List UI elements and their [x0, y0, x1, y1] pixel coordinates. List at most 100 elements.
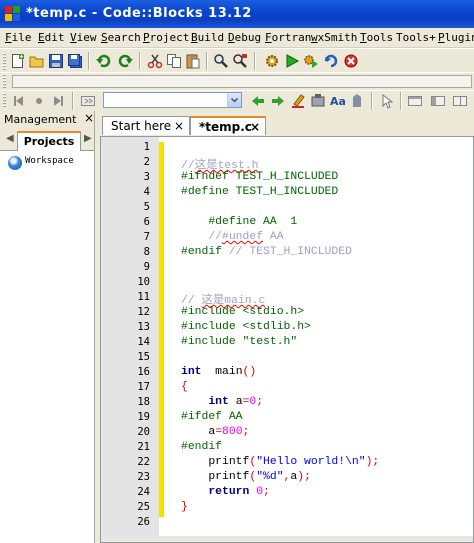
tab-scroll-right-icon[interactable]: ▶: [84, 133, 92, 144]
jump-back-icon[interactable]: [11, 93, 27, 109]
build-target-selector[interactable]: [12, 75, 472, 88]
toggle-comment-icon[interactable]: [310, 93, 326, 109]
editor-area: Start here × *temp.c × 1 2 3 4 5 6 7 8 9 10 11 12 13…: [95, 111, 474, 543]
line-number: 3: [143, 171, 150, 183]
menu-fortran[interactable]: Fortran: [265, 31, 311, 44]
code-line[interactable]: #ifdef AA: [181, 411, 243, 423]
code-line[interactable]: return 0;: [181, 486, 270, 498]
replace-icon[interactable]: [232, 53, 248, 69]
code-token: // TEST_H_INCLUDED: [228, 246, 352, 258]
code-token: #include <stdlib.h>: [181, 321, 311, 333]
menu-debug[interactable]: Debug: [228, 31, 261, 44]
code-line[interactable]: #ifndef TEST_H_INCLUDED: [181, 171, 338, 183]
separator: [139, 52, 141, 70]
code-line[interactable]: //这是test.h: [181, 156, 258, 172]
close-icon[interactable]: ×: [84, 111, 94, 125]
code-token: int: [181, 366, 202, 378]
code-line[interactable]: //#undef AA: [181, 231, 283, 243]
code-line[interactable]: int a=0;: [181, 396, 263, 408]
bookmark-dot-icon[interactable]: [31, 93, 47, 109]
code-line[interactable]: int main(): [181, 366, 256, 378]
window-layout-icon[interactable]: [407, 93, 423, 109]
abort-icon[interactable]: [343, 53, 359, 69]
menu-file[interactable]: File: [5, 31, 32, 44]
cut-icon[interactable]: [147, 53, 163, 69]
codeblocks-app-icon[interactable]: [5, 6, 21, 22]
symbol-dropdown[interactable]: [103, 92, 242, 108]
copy-icon[interactable]: [166, 53, 182, 69]
code-line[interactable]: #include <stdlib.h>: [181, 321, 311, 333]
separator: [72, 92, 74, 110]
code-editor[interactable]: 1 2 3 4 5 6 7 8 9 10 11 12 13 14 15 16 17 18 19 20 21 22 23 24 2…: [100, 136, 474, 543]
close-icon[interactable]: ×: [174, 117, 184, 135]
toolbar-grip[interactable]: [3, 74, 6, 88]
code-token: int: [181, 396, 229, 408]
separator: [371, 92, 373, 110]
font-aa-icon[interactable]: Aa: [330, 93, 346, 109]
tab-temp-c[interactable]: *temp.c ×: [190, 116, 266, 135]
code-line[interactable]: printf("%d",a);: [181, 471, 311, 483]
code-completion-icon[interactable]: [80, 93, 96, 109]
highlight-pen-icon[interactable]: [290, 93, 306, 109]
tab-scroll-left-icon[interactable]: ◀: [6, 133, 14, 144]
tab-label: Start here: [111, 119, 172, 133]
svg-text:Aa: Aa: [330, 95, 346, 108]
menu-wxsmith[interactable]: wxSmith: [311, 31, 357, 44]
code-token: #ifdef AA: [181, 411, 243, 423]
code-line[interactable]: {: [181, 381, 188, 393]
close-icon[interactable]: ×: [250, 118, 260, 136]
save-icon[interactable]: [48, 53, 64, 69]
code-line[interactable]: }: [181, 501, 188, 513]
forward-arrow-icon[interactable]: [270, 93, 286, 109]
menu-tools[interactable]: Tools+: [396, 31, 436, 44]
workspace-icon: [8, 156, 22, 170]
find-icon[interactable]: [213, 53, 229, 69]
code-line[interactable]: // 这是main.c: [181, 291, 265, 307]
build-settings-gear-icon[interactable]: [264, 53, 280, 69]
back-arrow-icon[interactable]: [250, 93, 266, 109]
separator: [400, 92, 402, 110]
build-and-run-icon[interactable]: [303, 53, 319, 69]
menu-edit[interactable]: Edit: [38, 31, 65, 44]
code-line[interactable]: printf("Hello world!\n");: [181, 456, 379, 468]
workspace-node[interactable]: Workspace: [25, 156, 74, 166]
panel-layout-icon[interactable]: [430, 93, 446, 109]
code-line[interactable]: #define TEST_H_INCLUDED: [181, 186, 338, 198]
open-folder-icon[interactable]: [29, 53, 45, 69]
undo-icon[interactable]: [96, 53, 112, 69]
code-line[interactable]: #define AA 1: [181, 216, 297, 228]
new-file-icon[interactable]: [10, 53, 26, 69]
menu-search[interactable]: Search: [101, 31, 141, 44]
rebuild-icon[interactable]: [323, 53, 339, 69]
menu-view[interactable]: View: [70, 31, 97, 44]
save-all-icon[interactable]: [67, 53, 83, 69]
menu-build[interactable]: Build: [191, 31, 224, 44]
code-line[interactable]: #endif: [181, 441, 222, 453]
horizontal-scrollbar[interactable]: [101, 536, 473, 542]
line-number: 21: [137, 441, 150, 453]
zoom-icon[interactable]: [350, 93, 366, 109]
code-line[interactable]: #endif // TEST_H_INCLUDED: [181, 246, 352, 258]
code-token: =: [215, 426, 223, 438]
split-layout-icon[interactable]: [452, 93, 468, 109]
paste-icon[interactable]: [185, 53, 201, 69]
tab-start-here[interactable]: Start here ×: [102, 116, 190, 135]
line-number: 4: [143, 186, 150, 198]
code-line[interactable]: #include "test.h": [181, 336, 297, 348]
menu-project[interactable]: Project: [143, 31, 189, 44]
code-line[interactable]: #include <stdio.h>: [181, 306, 304, 318]
menu-plugins[interactable]: Plugins: [438, 31, 474, 44]
select-cursor-icon[interactable]: [379, 93, 395, 109]
code-line[interactable]: a=800;: [181, 426, 249, 438]
tab-projects[interactable]: Projects: [17, 131, 81, 151]
jump-forward-icon[interactable]: [50, 93, 66, 109]
code-token: printf: [181, 471, 250, 483]
line-number: 26: [137, 516, 150, 528]
toolbar-grip[interactable]: [3, 53, 6, 70]
menu-tools[interactable]: Tools: [360, 31, 393, 44]
run-icon[interactable]: [284, 53, 300, 69]
chevron-down-icon[interactable]: [227, 93, 241, 107]
main-toolbar: [0, 48, 474, 74]
redo-icon[interactable]: [117, 53, 133, 69]
toolbar-grip[interactable]: [3, 93, 6, 108]
